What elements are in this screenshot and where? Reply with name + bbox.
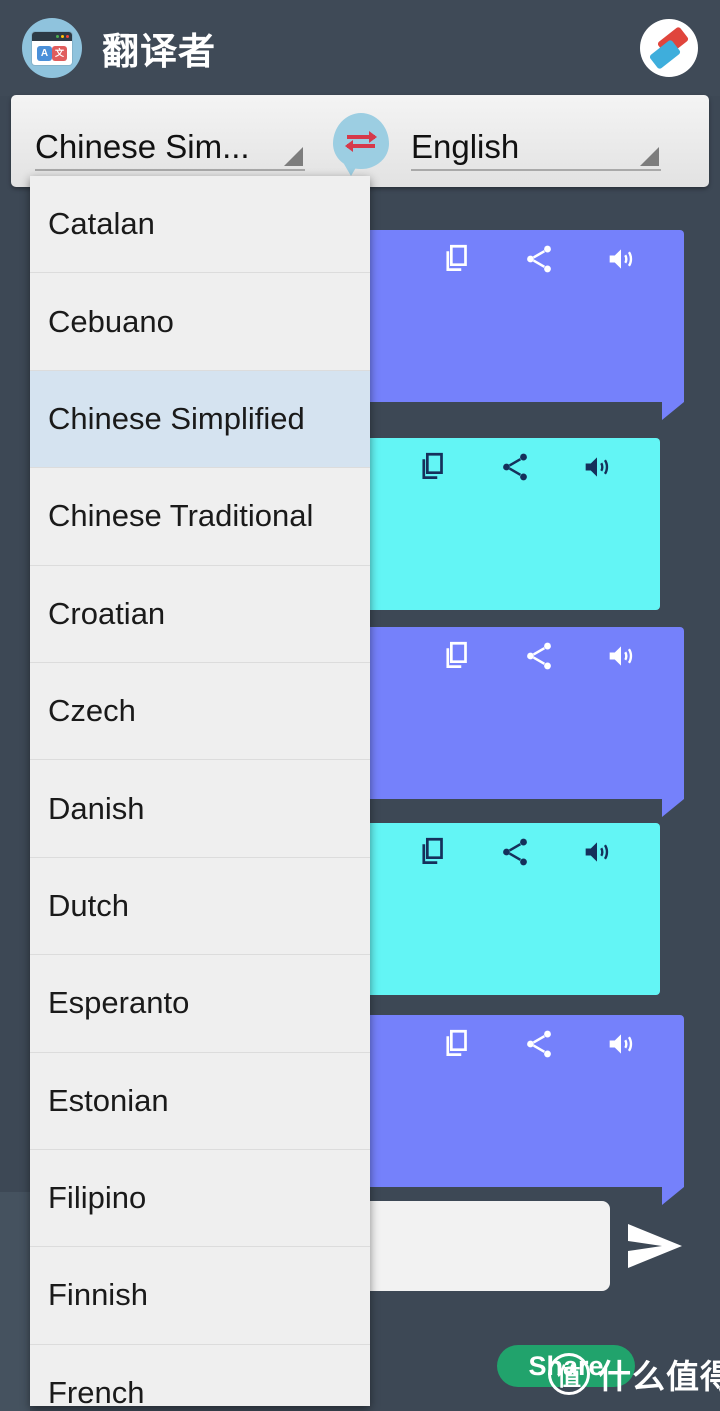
swap-bubble-shape <box>333 113 389 176</box>
target-language-label: English <box>411 128 520 165</box>
copy-icon[interactable] <box>440 242 474 276</box>
share-icon[interactable] <box>498 450 532 484</box>
chevron-down-icon <box>640 147 659 166</box>
dropdown-item[interactable]: Finnish <box>30 1247 370 1345</box>
volume-icon[interactable] <box>604 242 638 276</box>
dropdown-item-label: Croatian <box>48 595 166 631</box>
translator-app-icon: A 文 <box>22 18 82 78</box>
page-title: 翻译者 <box>102 31 216 72</box>
dropdown-item[interactable]: Estonian <box>30 1052 370 1150</box>
language-selector-bar: Chinese Sim... English <box>11 95 709 187</box>
translator-app: A 文 翻译者 Chinese Sim... English ed Share … <box>0 0 720 1411</box>
share-icon[interactable] <box>522 639 556 673</box>
app-icon-titlebar <box>32 31 72 41</box>
volume-icon[interactable] <box>604 1027 638 1061</box>
copy-icon[interactable] <box>416 450 450 484</box>
dropdown-item[interactable]: French <box>30 1344 370 1406</box>
dropdown-item[interactable]: Catalan <box>30 176 370 274</box>
copy-icon[interactable] <box>440 1027 474 1061</box>
share-icon[interactable] <box>522 1027 556 1061</box>
dropdown-item-label: Finnish <box>48 1277 148 1313</box>
dropdown-item[interactable]: Dutch <box>30 857 370 956</box>
dropdown-item-label: Chinese Simplified <box>48 400 305 436</box>
dropdown-item[interactable]: Esperanto <box>30 955 370 1053</box>
dropdown-item[interactable]: Danish <box>30 760 370 858</box>
source-language-select[interactable]: Chinese Sim... <box>35 111 305 171</box>
eraser-icon[interactable] <box>640 19 698 77</box>
share-icon[interactable] <box>498 835 532 869</box>
dropdown-item-label: Esperanto <box>48 985 190 1021</box>
dropdown-item[interactable]: Chinese Simplified <box>30 370 370 469</box>
app-icon-badge-target: 文 <box>52 45 67 61</box>
copy-icon[interactable] <box>416 835 450 869</box>
share-button[interactable]: Share <box>497 1345 635 1387</box>
dropdown-item[interactable]: Chinese Traditional <box>30 468 370 566</box>
dropdown-item-label: Chinese Traditional <box>48 498 314 534</box>
chevron-down-icon <box>284 147 303 166</box>
app-header: A 文 翻译者 <box>0 0 720 96</box>
app-icon-badge-source: A <box>37 45 52 61</box>
copy-icon[interactable] <box>440 639 474 673</box>
source-language-label: Chinese Sim... <box>35 128 250 165</box>
dropdown-item[interactable]: Croatian <box>30 565 370 663</box>
swap-languages-icon[interactable] <box>333 113 389 176</box>
target-language-select[interactable]: English <box>411 111 661 171</box>
dropdown-item[interactable]: Filipino <box>30 1149 370 1248</box>
dropdown-item[interactable]: Cebuano <box>30 273 370 371</box>
dropdown-item-label: Catalan <box>48 206 155 242</box>
volume-icon[interactable] <box>580 835 614 869</box>
dropdown-item-label: Danish <box>48 790 145 826</box>
send-icon <box>628 1224 682 1268</box>
send-button[interactable] <box>610 1201 700 1291</box>
volume-icon[interactable] <box>580 450 614 484</box>
dropdown-item-label: Czech <box>48 693 136 729</box>
dropdown-item-label: Dutch <box>48 887 129 923</box>
source-language-dropdown[interactable]: Catalan Cebuano Chinese Simplified Chinese … <box>30 176 370 1406</box>
left-edge-panel <box>0 1192 30 1411</box>
dropdown-item[interactable]: Czech <box>30 662 370 761</box>
dropdown-item-label: French <box>48 1374 145 1406</box>
swap-arrow-left <box>345 140 375 152</box>
dropdown-item-label: Filipino <box>48 1180 147 1216</box>
swap-arrow-right <box>347 131 377 143</box>
volume-icon[interactable] <box>604 639 638 673</box>
dropdown-item-label: Estonian <box>48 1082 169 1118</box>
dropdown-item-label: Cebuano <box>48 303 174 339</box>
app-icon-window: A 文 <box>32 31 72 65</box>
share-icon[interactable] <box>522 242 556 276</box>
